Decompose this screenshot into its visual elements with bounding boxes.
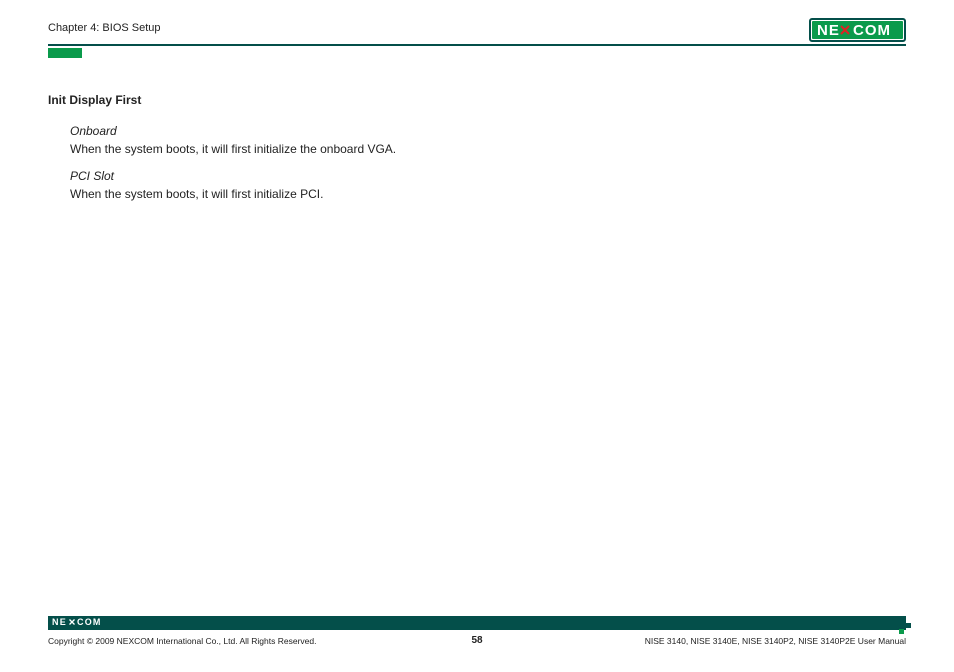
footer-ornament (892, 616, 906, 630)
option-block: Onboard When the system boots, it will f… (70, 123, 548, 158)
option-name: PCI Slot (70, 168, 548, 185)
option-desc: When the system boots, it will first ini… (70, 186, 548, 203)
option-name: Onboard (70, 123, 548, 140)
chapter-label: Chapter 4: BIOS Setup (48, 22, 906, 34)
brand-logo-top: NE COM (809, 18, 906, 42)
svg-text:NE: NE (817, 22, 840, 39)
svg-text:COM: COM (853, 22, 891, 39)
footer-bar (48, 616, 906, 630)
header-rule (48, 44, 906, 46)
header-accent-tab (48, 48, 82, 58)
svg-text:NE: NE (52, 617, 67, 627)
section-title: Init Display First (48, 92, 548, 109)
option-block: PCI Slot When the system boots, it will … (70, 168, 548, 203)
brand-logo-footer: NE COM (52, 616, 110, 628)
svg-text:COM: COM (77, 617, 102, 627)
option-desc: When the system boots, it will first ini… (70, 141, 548, 158)
manual-name: NISE 3140, NISE 3140E, NISE 3140P2, NISE… (645, 636, 906, 646)
main-content: Init Display First Onboard When the syst… (48, 92, 548, 213)
